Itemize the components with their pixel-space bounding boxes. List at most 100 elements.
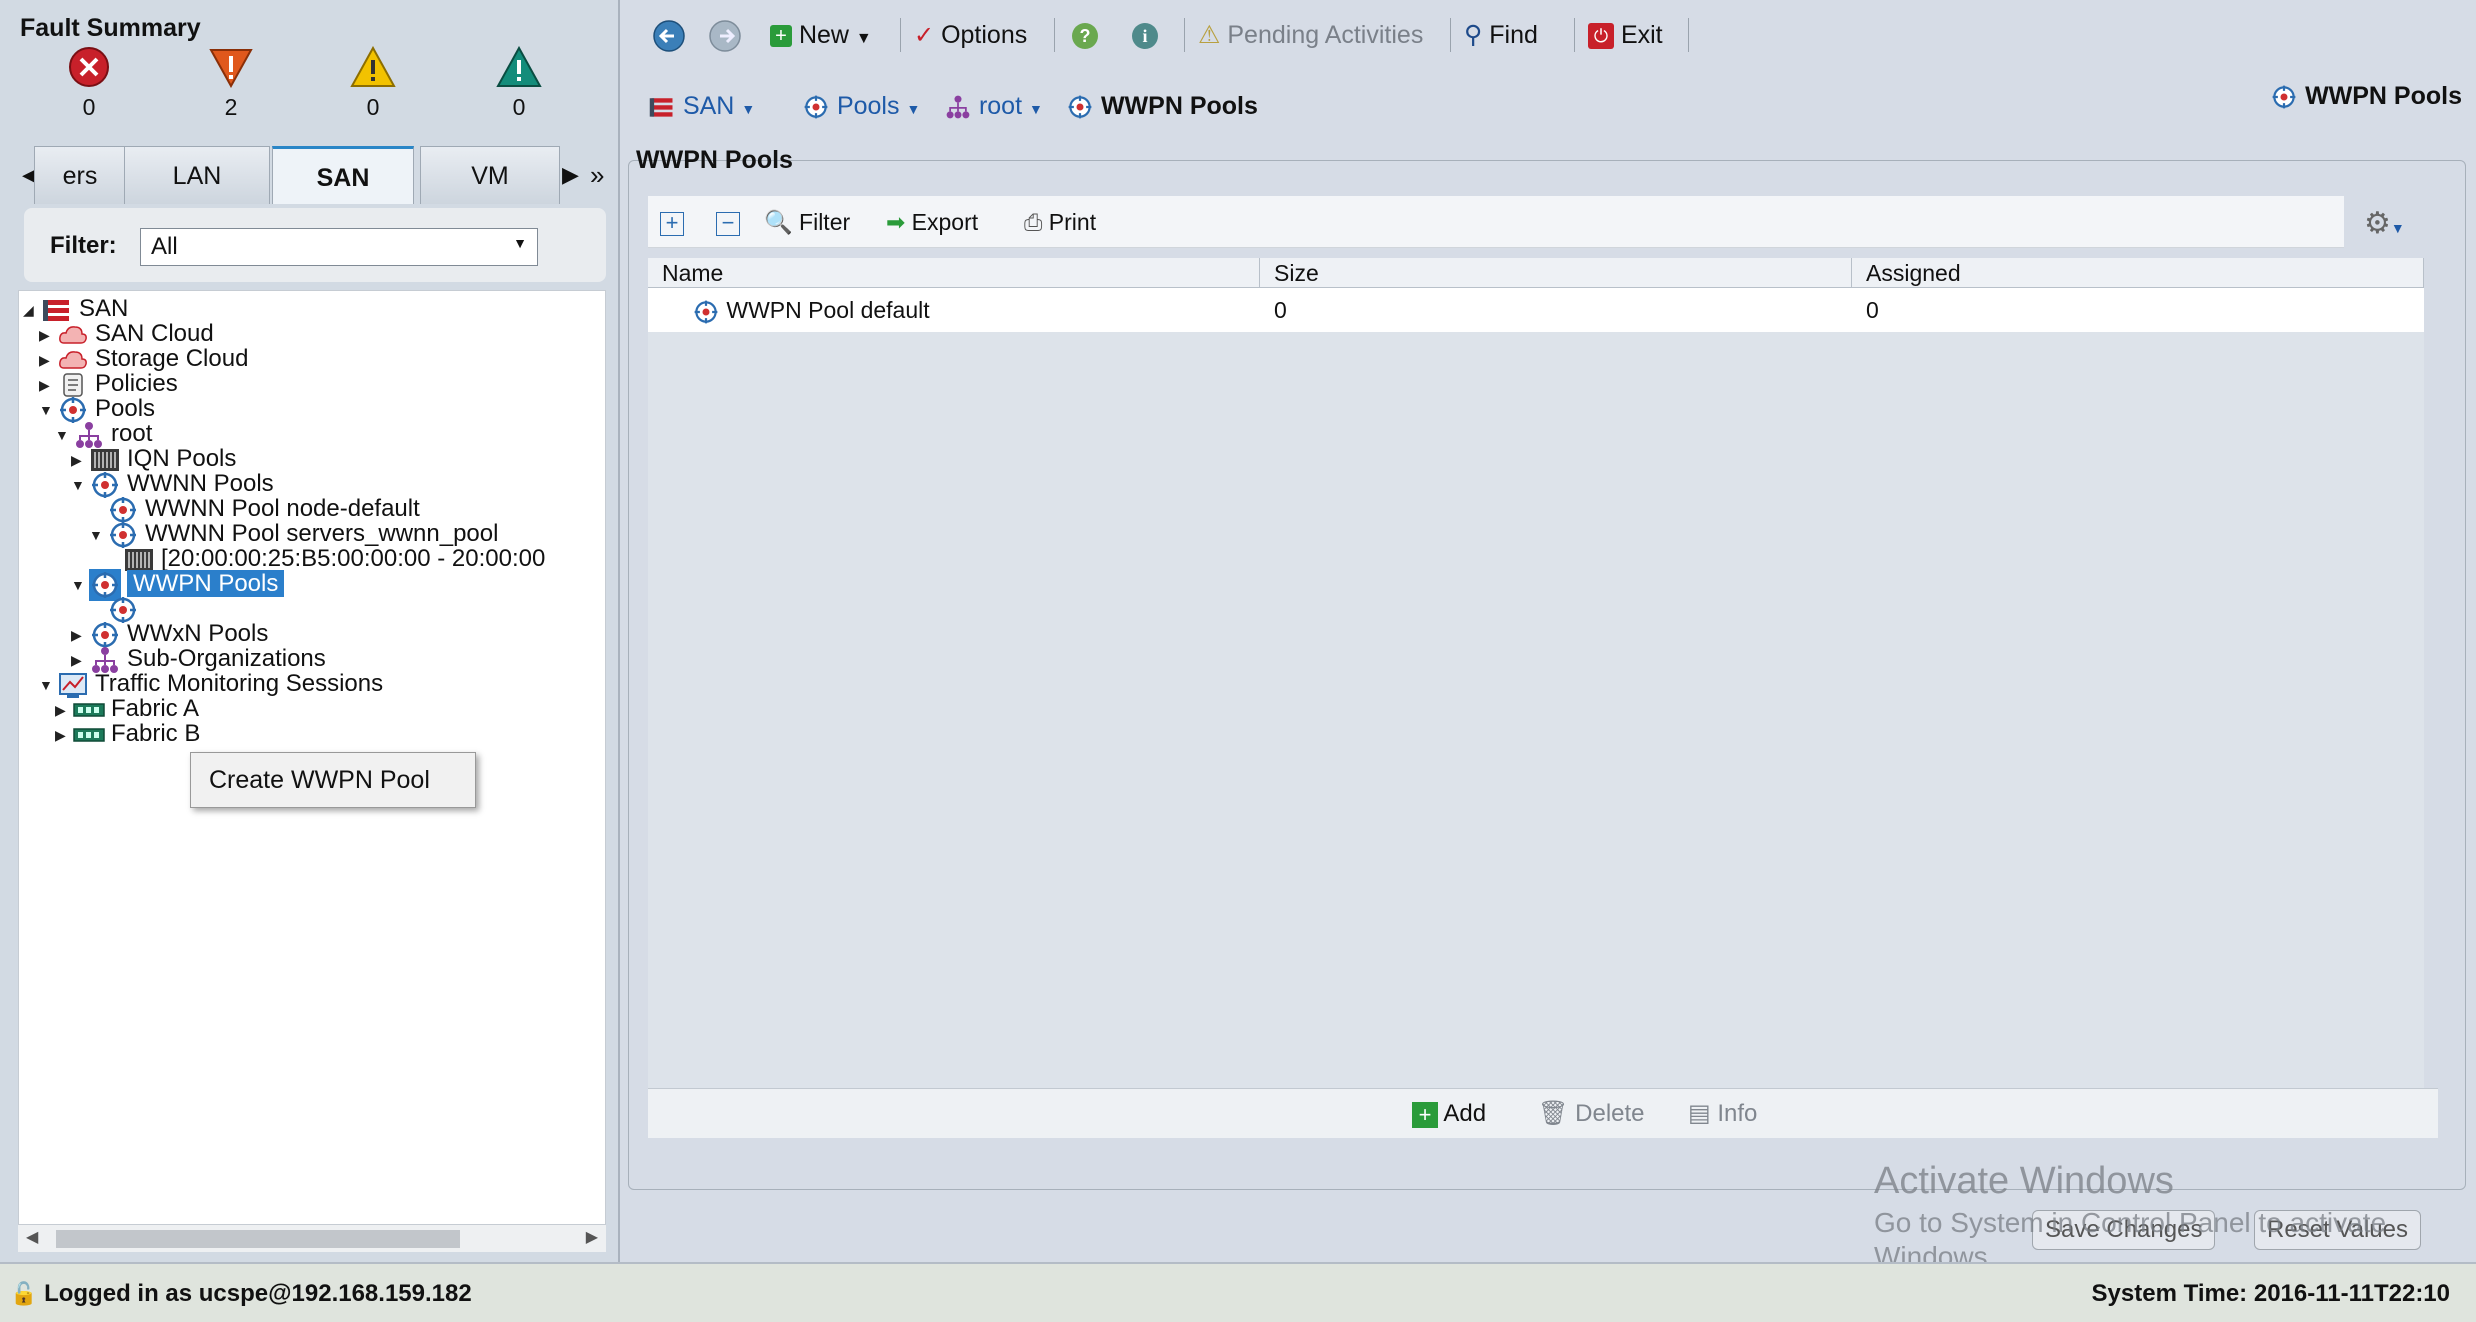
wwpn-pools-table: Name Size Assigned WWPN Pool default 0 0 — [648, 258, 2424, 1088]
warning-fault-count: 0 — [512, 94, 526, 120]
cell-name: WWPN Pool default — [678, 288, 1258, 332]
breadcrumb-label: Pools — [836, 92, 900, 120]
filter-funnel-icon: 🔍 — [764, 209, 793, 235]
expanded-arrow-icon[interactable]: ▼ — [71, 467, 89, 503]
toolbar-divider — [900, 18, 901, 52]
tab-servers[interactable]: ers — [34, 146, 126, 204]
pool-icon — [804, 96, 828, 119]
current-object-title: WWPN Pools — [2305, 82, 2462, 110]
tree-node-fabric-b[interactable]: ▶ Fabric B — [55, 716, 200, 752]
new-menu-button[interactable]: + New ▼ — [770, 12, 872, 58]
fault-warning[interactable]: 0 — [474, 46, 564, 121]
info-label: Info — [1717, 1100, 1758, 1127]
trash-icon: 🗑 — [1538, 1100, 1569, 1127]
tab-lan[interactable]: LAN — [124, 146, 270, 204]
expand-all-button[interactable]: + — [660, 206, 684, 238]
scroll-right-icon[interactable]: ▶ — [586, 1227, 598, 1247]
san-icon — [649, 98, 673, 118]
fault-critical[interactable]: 0 — [44, 46, 134, 121]
pending-activities-button[interactable]: ⚠ Pending Activities — [1198, 12, 1423, 58]
options-button[interactable]: ✓ Options — [914, 12, 1027, 58]
svg-text:?: ? — [1080, 26, 1091, 46]
delete-label: Delete — [1575, 1100, 1645, 1127]
pool-icon — [2272, 86, 2296, 109]
toolbar-divider — [1450, 18, 1451, 52]
collapse-all-button[interactable]: − — [716, 206, 740, 238]
row-name: WWPN Pool default — [726, 297, 930, 323]
navigation-tabs: ◀ ers LAN SAN VM ▶ » — [14, 146, 614, 206]
scrollbar-thumb[interactable] — [56, 1230, 460, 1248]
filter-button[interactable]: 🔍 Filter — [764, 206, 850, 238]
left-navigation-panel: Fault Summary 0 2 0 0 ◀ ers LAN SAN VM ▶… — [0, 0, 638, 1262]
table-actions-bar: + Add 🗑 Delete ▤ Info — [648, 1088, 2438, 1138]
major-fault-count: 2 — [224, 94, 238, 120]
tab-vm[interactable]: VM — [420, 146, 560, 204]
find-label: Find — [1489, 21, 1538, 49]
tab-overflow-icon[interactable]: » — [590, 146, 604, 204]
info-icon: i — [1132, 23, 1158, 50]
help-button[interactable]: ? — [1070, 12, 1100, 58]
current-object-header: WWPN Pools — [2270, 82, 2462, 111]
svg-text:i: i — [1142, 26, 1147, 46]
main-toolbar: + New ▼ ✓ Options ? i ⚠ Pending Activiti… — [624, 12, 2476, 58]
table-header: Name Size Assigned — [648, 258, 2424, 288]
tab-san[interactable]: SAN — [272, 146, 414, 204]
toolbar-divider — [1688, 18, 1689, 52]
breadcrumb-wwpn-pools[interactable]: WWPN Pools — [1066, 86, 1258, 126]
minor-fault-count: 0 — [366, 94, 380, 120]
login-status: 🔓 Logged in as ucspe@192.168.159.182 — [10, 1280, 472, 1308]
fault-summary-title: Fault Summary — [20, 14, 201, 42]
system-time: System Time: 2016-11-11T22:10 — [2091, 1280, 2450, 1307]
chevron-down-icon: ▼ — [2390, 220, 2405, 236]
column-header-size[interactable]: Size — [1260, 258, 1852, 288]
chevron-down-icon: ▼ — [906, 101, 921, 117]
export-button[interactable]: ➡ Export — [886, 206, 978, 238]
column-header-assigned[interactable]: Assigned — [1852, 258, 2424, 288]
add-icon: + — [1412, 1101, 1438, 1128]
exit-button[interactable]: ⏻ Exit — [1588, 12, 1663, 58]
info-action-button[interactable]: ▤ Info — [1688, 1097, 1757, 1131]
tab-scroll-right-icon[interactable]: ▶ — [562, 146, 579, 204]
table-settings-button[interactable]: ⚙▼ — [2364, 206, 2405, 241]
content-panel: + New ▼ ✓ Options ? i ⚠ Pending Activiti… — [624, 0, 2476, 1272]
watermark-line: Go to System in Control Panel to activat… — [1874, 1207, 2387, 1238]
filter-label: Filter — [799, 209, 851, 235]
checklist-icon: ✓ — [914, 22, 935, 49]
critical-fault-icon — [69, 47, 109, 87]
critical-fault-count: 0 — [82, 94, 96, 120]
export-label: Export — [911, 209, 979, 235]
chevron-down-icon: ▼ — [1029, 101, 1043, 117]
breadcrumb-root[interactable]: root ▼ — [944, 86, 1043, 129]
find-button[interactable]: ⚲ Find — [1464, 12, 1538, 58]
forward-button[interactable] — [708, 12, 742, 58]
chevron-down-icon: ▼ — [741, 101, 756, 117]
breadcrumb-pools[interactable]: Pools ▼ — [802, 86, 920, 129]
cell-assigned: 0 — [1866, 297, 1879, 323]
add-button[interactable]: + Add — [1412, 1097, 1486, 1131]
tree-label: WWPN Pools — [127, 570, 285, 597]
context-menu-create-wwpn-pool[interactable]: Create WWPN Pool — [190, 752, 476, 808]
horizontal-scrollbar[interactable]: ◀ ▶ — [18, 1224, 606, 1252]
gear-icon: ⚙ — [2364, 207, 2391, 240]
print-button[interactable]: ⎙ Print — [1024, 206, 1096, 238]
filter-dropdown[interactable]: All ▼ — [140, 228, 538, 266]
back-button[interactable] — [652, 12, 686, 58]
delete-button[interactable]: 🗑 Delete — [1538, 1097, 1645, 1131]
scroll-left-icon[interactable]: ◀ — [26, 1227, 38, 1247]
breadcrumb-san[interactable]: SAN ▼ — [648, 86, 755, 129]
breadcrumb-label: root — [978, 92, 1023, 120]
add-label: Add — [1443, 1100, 1487, 1127]
expanded-arrow-icon[interactable]: ▼ — [71, 567, 89, 603]
table-row[interactable]: WWPN Pool default 0 0 — [648, 288, 2424, 332]
pool-icon — [694, 300, 718, 324]
warning-fault-icon — [496, 46, 542, 87]
info-button[interactable]: i — [1130, 12, 1160, 58]
fault-minor[interactable]: 0 — [328, 46, 418, 121]
pending-label: Pending Activities — [1227, 21, 1424, 49]
tree-label: Fabric B — [111, 720, 201, 747]
collapsed-arrow-icon[interactable]: ▶ — [55, 717, 73, 753]
breadcrumb-label: WWPN Pools — [1100, 92, 1258, 120]
column-header-name[interactable]: Name — [648, 258, 1260, 288]
forward-arrow-icon — [709, 20, 741, 53]
fault-major[interactable]: 2 — [186, 46, 276, 121]
